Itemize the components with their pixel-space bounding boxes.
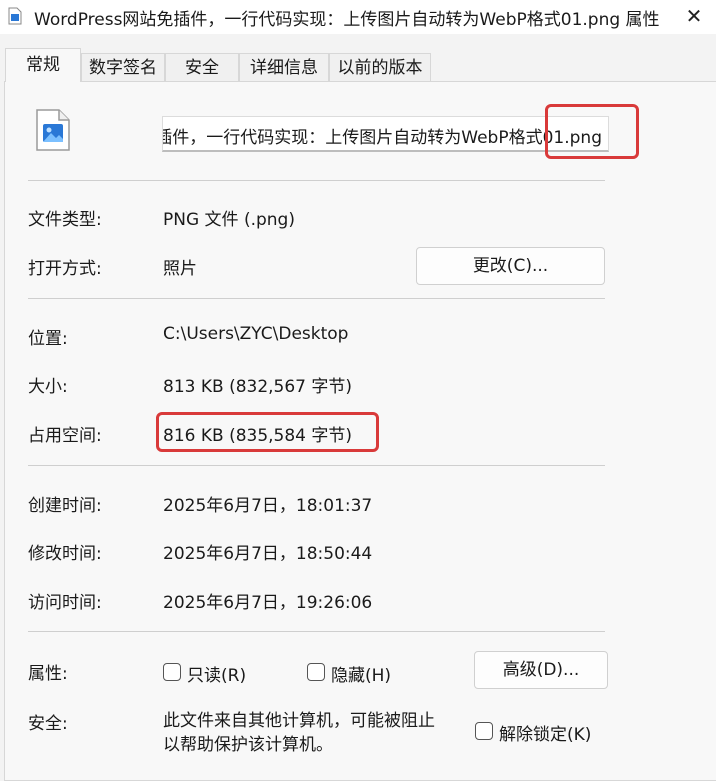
checkbox-box[interactable] bbox=[475, 722, 493, 740]
readonly-label: 只读(R) bbox=[187, 666, 247, 686]
checkbox-box[interactable] bbox=[307, 663, 325, 681]
divider bbox=[28, 298, 605, 299]
accessed-label: 访问时间: bbox=[28, 593, 102, 613]
tab-security[interactable]: 安全 bbox=[165, 53, 239, 82]
file-type-label: 文件类型: bbox=[28, 210, 102, 230]
size-label: 大小: bbox=[28, 377, 68, 397]
open-with-value: 照片 bbox=[163, 259, 197, 279]
checkbox-box[interactable] bbox=[163, 663, 181, 681]
created-value: 2025年6月7日，18:01:37 bbox=[163, 496, 373, 516]
security-message: 此文件来自其他计算机，可能被阻止 以帮助保护该计算机。 bbox=[163, 709, 463, 757]
divider bbox=[28, 631, 605, 632]
tab-details[interactable]: 详细信息 bbox=[239, 53, 329, 82]
unblock-checkbox[interactable]: 解除锁定(K) bbox=[475, 720, 605, 745]
security-label: 安全: bbox=[28, 714, 68, 734]
advanced-button[interactable]: 高级(D)... bbox=[474, 651, 608, 689]
created-label: 创建时间: bbox=[28, 496, 102, 516]
tab-general[interactable]: 常规 bbox=[5, 48, 81, 82]
png-file-icon bbox=[36, 109, 70, 151]
window-title: WordPress网站免插件，一行代码实现：上传图片自动转为WebP格式01.p… bbox=[34, 10, 660, 30]
size-value: 813 KB (832,567 字节) bbox=[163, 377, 353, 397]
location-label: 位置: bbox=[28, 329, 68, 349]
hidden-checkbox[interactable]: 隐藏(H) bbox=[307, 661, 407, 686]
tab-digital-signatures[interactable]: 数字签名 bbox=[81, 53, 165, 82]
file-type-value: PNG 文件 (.png) bbox=[163, 210, 295, 230]
attributes-label: 属性: bbox=[28, 664, 68, 684]
location-value: C:\Users\ZYC\Desktop bbox=[163, 324, 349, 344]
image-file-icon bbox=[8, 7, 22, 25]
highlight-box bbox=[156, 412, 379, 452]
accessed-value: 2025年6月7日，19:26:06 bbox=[163, 593, 373, 613]
change-button[interactable]: 更改(C)... bbox=[416, 247, 605, 285]
file-name-input[interactable]: WordPress网站免插件，一行代码实现：上传图片自动转为WebP格式01.p… bbox=[162, 116, 609, 152]
modified-value: 2025年6月7日，18:50:44 bbox=[163, 544, 373, 564]
divider bbox=[28, 465, 605, 466]
readonly-checkbox[interactable]: 只读(R) bbox=[163, 661, 263, 686]
size-on-disk-label: 占用空间: bbox=[28, 426, 102, 446]
highlight-box bbox=[545, 104, 639, 159]
tab-previous-versions[interactable]: 以前的版本 bbox=[329, 53, 431, 82]
tab-strip: 常规 数字签名 安全 详细信息 以前的版本 bbox=[0, 34, 716, 82]
title-bar: WordPress网站免插件，一行代码实现：上传图片自动转为WebP格式01.p… bbox=[0, 0, 716, 34]
unblock-label: 解除锁定(K) bbox=[499, 725, 592, 745]
divider bbox=[28, 180, 605, 181]
close-button[interactable]: ✕ bbox=[682, 4, 706, 28]
security-message-line1: 此文件来自其他计算机，可能被阻止 bbox=[163, 711, 435, 731]
security-message-line2: 以帮助保护该计算机。 bbox=[163, 735, 333, 755]
modified-label: 修改时间: bbox=[28, 544, 102, 564]
file-name-text: WordPress网站免插件，一行代码实现：上传图片自动转为WebP格式01.p… bbox=[163, 128, 602, 148]
open-with-label: 打开方式: bbox=[28, 259, 102, 279]
hidden-label: 隐藏(H) bbox=[331, 666, 392, 686]
